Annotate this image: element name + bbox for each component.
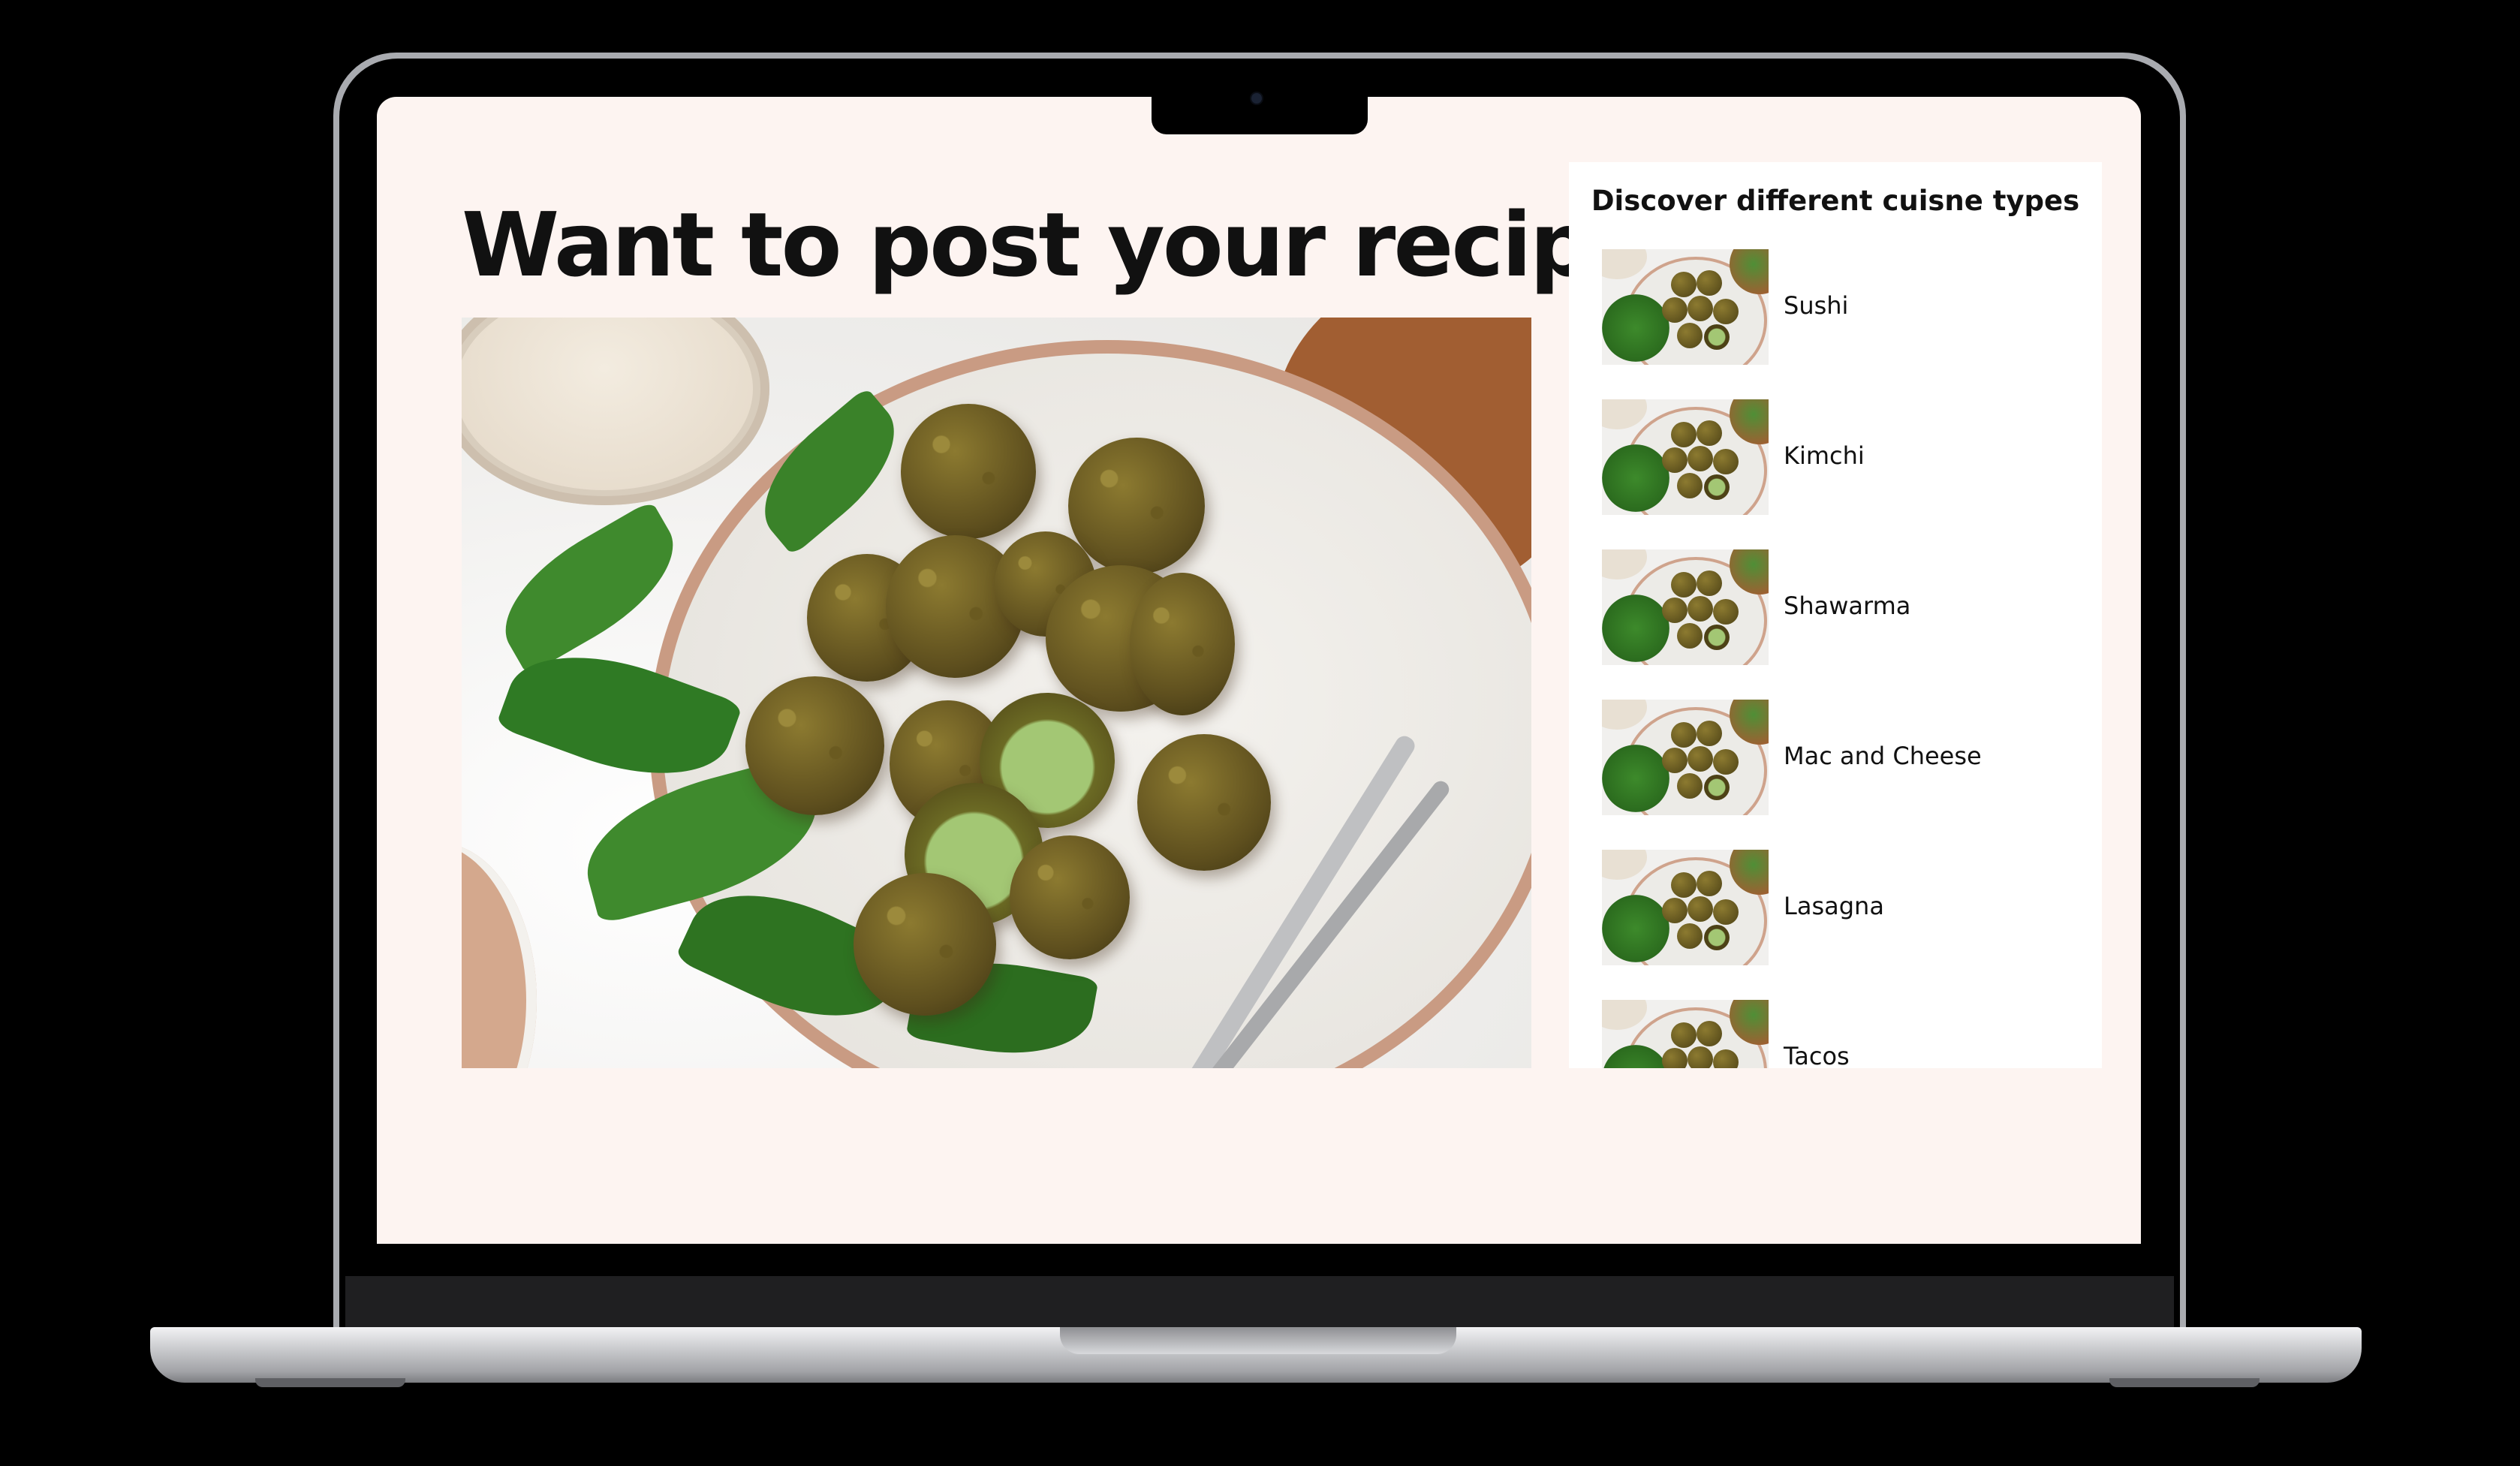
thumbnail-falafel: [1713, 749, 1739, 775]
thumbnail-falafel: [1713, 299, 1739, 324]
thumbnail-falafel: [1662, 898, 1688, 923]
thumbnail-falafel: [1697, 721, 1722, 746]
cuisine-item-mac-and-cheese[interactable]: Mac and Cheese: [1602, 700, 2067, 815]
thumbnail-falafel: [1662, 447, 1688, 473]
cuisine-list: Sushi Kimchi Shawarma Mac and Cheese Las…: [1602, 249, 2067, 1068]
falafel: [1130, 573, 1235, 715]
cuisine-types-panel: Discover different cuisne types Sushi Ki…: [1569, 162, 2102, 1068]
cuisine-label[interactable]: Shawarma: [1784, 592, 1910, 620]
thumbnail-falafel: [1677, 923, 1703, 949]
thumbnail-herb: [1602, 745, 1669, 812]
thumbnail-falafel: [1662, 598, 1688, 623]
thumbnail-falafel: [1671, 872, 1697, 898]
laptop-foot-left: [255, 1378, 405, 1387]
panel-title: Discover different cuisne types: [1591, 185, 2080, 217]
falafel: [1137, 734, 1271, 871]
thumbnail-falafel: [1713, 449, 1739, 474]
thumbnail-falafel: [1704, 925, 1730, 950]
cuisine-item-tacos[interactable]: Tacos: [1602, 1000, 2067, 1068]
thumbnail-falafel: [1677, 473, 1703, 498]
cuisine-thumbnail[interactable]: [1602, 700, 1769, 815]
cuisine-thumbnail[interactable]: [1602, 549, 1769, 665]
cuisine-item-lasagna[interactable]: Lasagna: [1602, 850, 2067, 965]
thumbnail-falafel: [1677, 323, 1703, 348]
laptop-foot-right: [2109, 1378, 2260, 1387]
thumbnail-falafel: [1688, 446, 1713, 471]
falafel: [1068, 438, 1205, 574]
thumbnail-falafel: [1704, 775, 1730, 800]
thumbnail-falafel: [1688, 746, 1713, 772]
cuisine-thumbnail[interactable]: [1602, 850, 1769, 965]
thumbnail-falafel: [1688, 296, 1713, 321]
thumbnail-falafel: [1662, 297, 1688, 323]
laptop-chin: [345, 1276, 2174, 1329]
cuisine-thumbnail[interactable]: [1602, 399, 1769, 515]
falafel: [1010, 835, 1130, 959]
thumbnail-falafel: [1704, 474, 1730, 500]
thumbnail-falafel: [1704, 324, 1730, 350]
thumbnail-herb: [1602, 294, 1669, 362]
cuisine-label[interactable]: Sushi: [1784, 291, 1848, 320]
thumbnail-falafel: [1713, 599, 1739, 625]
thumbnail-sauce: [1602, 700, 1647, 730]
cuisine-label[interactable]: Kimchi: [1784, 441, 1865, 470]
thumbnail-falafel: [1688, 1046, 1713, 1068]
thumbnail-falafel: [1697, 871, 1722, 896]
cuisine-item-kimchi[interactable]: Kimchi: [1602, 399, 2067, 515]
thumbnail-falafel: [1697, 420, 1722, 446]
thumbnail-falafel: [1697, 570, 1722, 596]
thumbnail-herb: [1602, 895, 1669, 962]
falafel: [854, 873, 996, 1016]
thumbnail-falafel: [1713, 899, 1739, 925]
thumbnail-falafel: [1688, 596, 1713, 622]
page-title: Want to post your recipe?: [462, 193, 1700, 297]
thumbnail-falafel: [1704, 625, 1730, 650]
falafel: [745, 676, 884, 815]
thumbnail-sauce: [1602, 399, 1647, 429]
thumbnail-sauce: [1602, 850, 1647, 880]
laptop-opening-notch: [1060, 1327, 1456, 1354]
cuisine-thumbnail[interactable]: [1602, 249, 1769, 365]
thumbnail-falafel: [1671, 722, 1697, 748]
webcam-icon: [1251, 93, 1262, 104]
thumbnail-falafel: [1671, 422, 1697, 447]
thumbnail-falafel: [1671, 1022, 1697, 1048]
thumbnail-falafel: [1662, 748, 1688, 773]
thumbnail-sauce: [1602, 549, 1647, 579]
browser-viewport: Want to post your recipe? Discover diffe…: [377, 97, 2141, 1244]
cuisine-thumbnail[interactable]: [1602, 1000, 1769, 1068]
thumbnail-falafel: [1671, 272, 1697, 297]
thumbnail-sauce: [1602, 249, 1647, 279]
thumbnail-herb: [1602, 444, 1669, 512]
hero-image[interactable]: [462, 318, 1531, 1068]
cuisine-label[interactable]: Tacos: [1784, 1042, 1850, 1068]
thumbnail-falafel: [1677, 623, 1703, 649]
cuisine-label[interactable]: Lasagna: [1784, 892, 1884, 920]
thumbnail-herb: [1602, 595, 1669, 662]
thumbnail-falafel: [1677, 773, 1703, 799]
cuisine-item-shawarma[interactable]: Shawarma: [1602, 549, 2067, 665]
thumbnail-falafel: [1688, 896, 1713, 922]
thumbnail-falafel: [1671, 572, 1697, 598]
falafel: [901, 404, 1036, 539]
thumbnail-falafel: [1697, 270, 1722, 296]
thumbnail-falafel: [1662, 1048, 1688, 1068]
thumbnail-sauce: [1602, 1000, 1647, 1030]
thumbnail-falafel: [1697, 1021, 1722, 1046]
cuisine-item-sushi[interactable]: Sushi: [1602, 249, 2067, 365]
cuisine-label[interactable]: Mac and Cheese: [1784, 742, 1982, 770]
